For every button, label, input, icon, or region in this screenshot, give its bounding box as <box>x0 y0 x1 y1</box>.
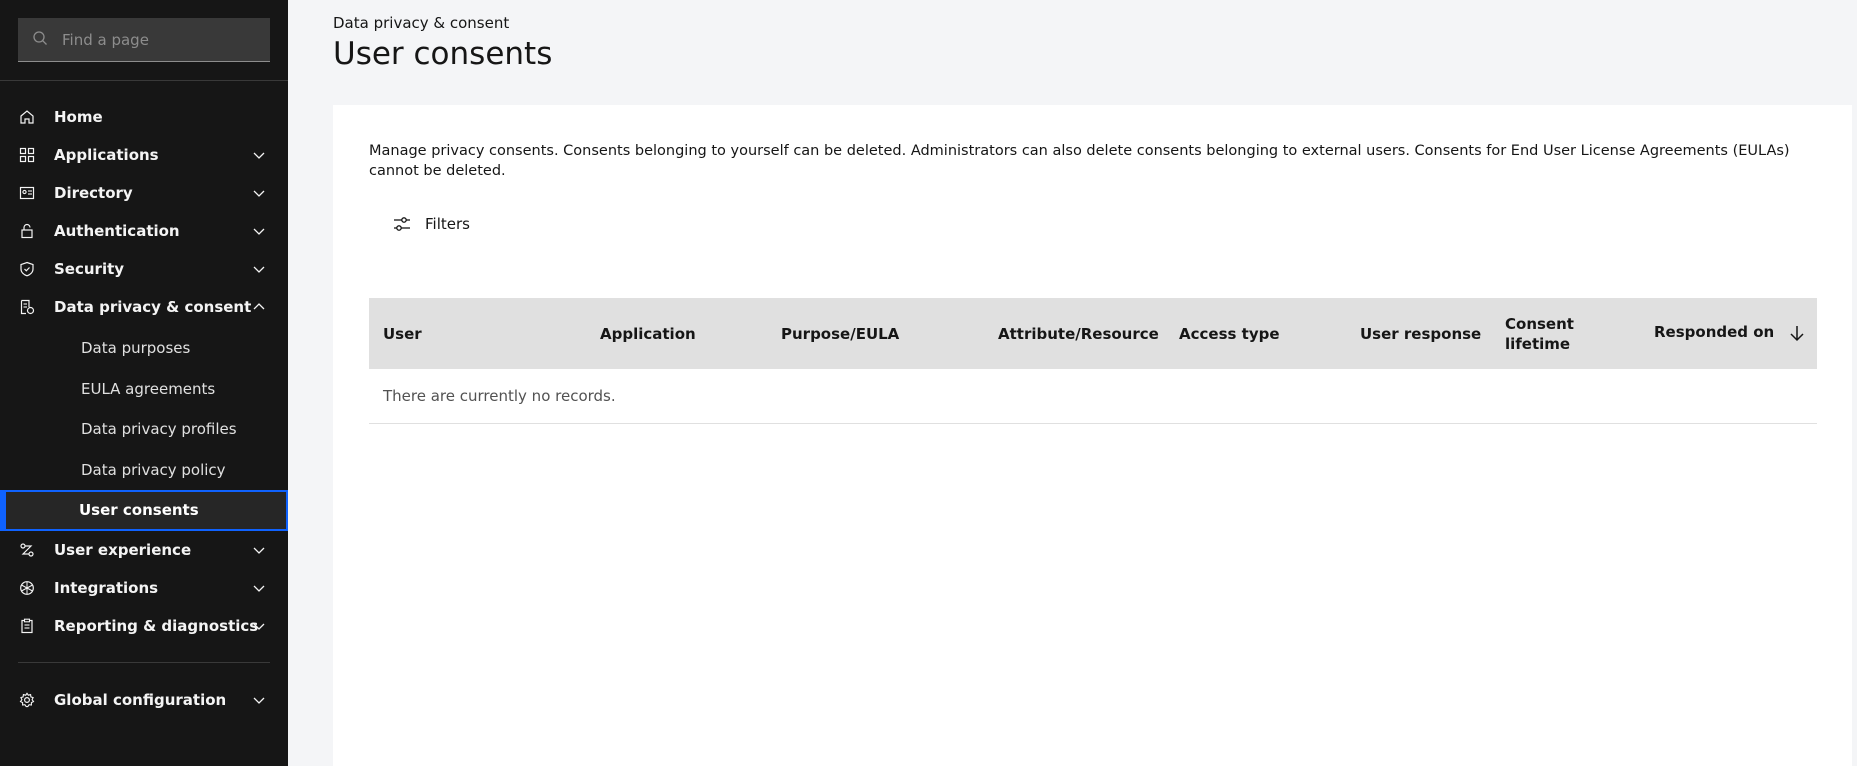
gear-icon <box>18 691 36 709</box>
table-header-row: User Application Purpose/EULA Attribute/… <box>369 298 1817 369</box>
unlock-icon <box>18 222 36 240</box>
sidebar-item-label: Global configuration <box>54 691 227 709</box>
column-header-access-type[interactable]: Access type <box>1179 298 1280 369</box>
breadcrumb[interactable]: Data privacy & consent <box>333 14 509 32</box>
filter-icon <box>392 214 412 234</box>
shield-icon <box>18 260 36 278</box>
integrations-icon <box>18 579 36 597</box>
column-header-purpose-eula[interactable]: Purpose/EULA <box>781 298 899 369</box>
clipboard-icon <box>18 617 36 635</box>
chevron-down-icon <box>253 190 265 197</box>
page-title: User consents <box>333 36 553 72</box>
sidebar-item-data-privacy[interactable]: Data privacy & consent <box>0 288 288 326</box>
column-header-user[interactable]: User <box>383 298 422 369</box>
chevron-down-icon <box>253 697 265 704</box>
column-header-attribute-resource[interactable]: Attribute/Resource <box>998 298 1159 369</box>
applications-icon <box>18 146 36 164</box>
content-card: Manage privacy consents. Consents belong… <box>333 105 1852 766</box>
sidebar-subitem-user-consents[interactable]: User consents <box>0 490 288 531</box>
sidebar-divider <box>18 662 270 663</box>
sidebar-item-label: Data privacy & consent <box>54 298 252 316</box>
sidebar: Home Applications Directory Authenticati… <box>0 0 288 766</box>
user-experience-icon <box>18 541 36 559</box>
sidebar-item-label: Home <box>54 108 103 126</box>
sort-arrow-down-icon[interactable] <box>1787 323 1807 343</box>
sidebar-item-security[interactable]: Security <box>0 250 288 288</box>
search-icon <box>32 30 48 50</box>
directory-icon <box>18 184 36 202</box>
sidebar-item-label: Integrations <box>54 578 159 597</box>
column-header-application[interactable]: Application <box>600 298 696 369</box>
sidebar-item-label: Security <box>54 260 125 278</box>
sidebar-item-user-experience[interactable]: User experience <box>0 531 288 569</box>
chevron-down-icon <box>253 266 265 273</box>
sidebar-item-label: User experience <box>54 540 192 559</box>
table-empty-row: There are currently no records. <box>369 369 1817 424</box>
sidebar-item-label: Reporting & diagnostics <box>54 616 259 635</box>
sidebar-item-reporting[interactable]: Reporting & diagnostics <box>0 607 288 645</box>
chevron-down-icon <box>253 547 265 554</box>
sidebar-item-applications[interactable]: Applications <box>0 136 288 174</box>
data-privacy-icon <box>18 298 36 316</box>
sidebar-item-home[interactable]: Home <box>0 98 288 136</box>
filters-button[interactable]: Filters <box>369 208 470 240</box>
sidebar-item-directory[interactable]: Directory <box>0 174 288 212</box>
sidebar-nav: Home Applications Directory Authenticati… <box>0 98 288 645</box>
sidebar-item-label: Applications <box>54 146 159 164</box>
filters-label: Filters <box>425 215 470 233</box>
page-description: Manage privacy consents. Consents belong… <box>369 143 1790 179</box>
sidebar-item-integrations[interactable]: Integrations <box>0 569 288 607</box>
chevron-down-icon <box>253 585 265 592</box>
sidebar-subitem-eula-agreements[interactable]: EULA agreements <box>0 369 288 410</box>
sidebar-item-label: Authentication <box>54 222 180 240</box>
column-header-user-response[interactable]: User response <box>1360 298 1481 369</box>
sidebar-item-global-configuration[interactable]: Global configuration <box>0 681 288 719</box>
search-box[interactable] <box>18 18 270 62</box>
column-header-consent-lifetime[interactable]: Consent lifetime <box>1505 298 1600 369</box>
column-header-responded-on[interactable]: Responded on <box>1654 296 1774 367</box>
chevron-up-icon <box>253 303 265 310</box>
sidebar-subitem-data-privacy-policy[interactable]: Data privacy policy <box>0 450 288 491</box>
sidebar-item-label: Directory <box>54 184 133 202</box>
chevron-down-icon <box>253 152 265 159</box>
chevron-down-icon <box>253 228 265 235</box>
sidebar-divider <box>0 80 288 81</box>
sidebar-item-authentication[interactable]: Authentication <box>0 212 288 250</box>
sidebar-subitem-data-purposes[interactable]: Data purposes <box>0 328 288 369</box>
sidebar-subitem-data-privacy-profiles[interactable]: Data privacy profiles <box>0 409 288 450</box>
chevron-down-icon <box>253 623 265 630</box>
search-input[interactable] <box>62 30 262 49</box>
consents-table: User Application Purpose/EULA Attribute/… <box>369 298 1817 424</box>
home-icon <box>18 108 36 126</box>
